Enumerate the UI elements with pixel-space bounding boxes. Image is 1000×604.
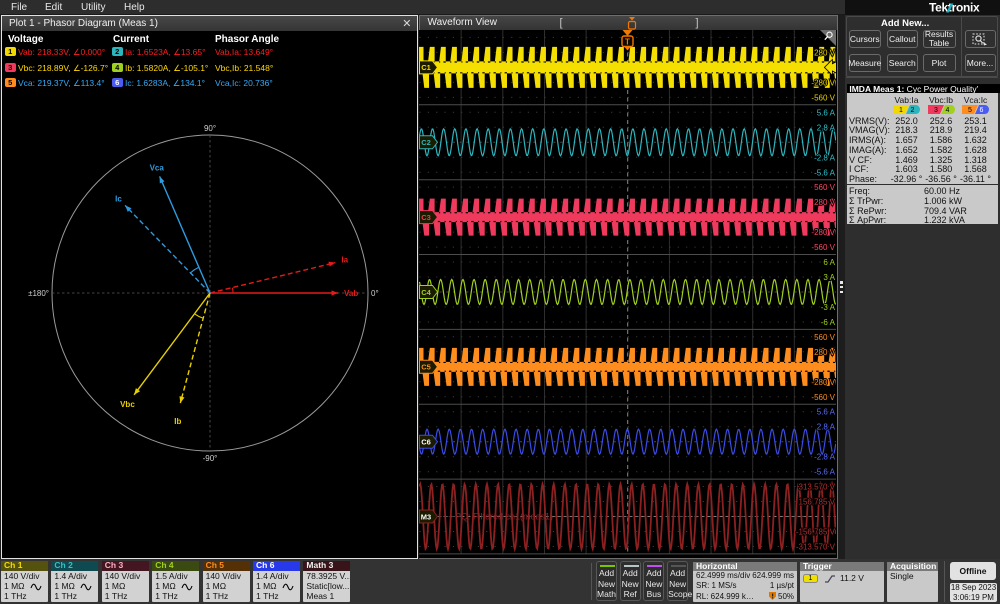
svg-text:C5: C5	[421, 362, 431, 371]
svg-text:C1: C1	[421, 63, 431, 72]
svg-text:-5.6 A: -5.6 A	[814, 467, 836, 476]
svg-text:-313.570 V: -313.570 V	[796, 542, 836, 551]
svg-text:156.785 V: 156.785 V	[799, 497, 836, 506]
svg-text:±180°: ±180°	[28, 289, 49, 298]
svg-text:C6: C6	[421, 437, 431, 446]
svg-text:4: 4	[945, 107, 949, 114]
svg-text:5.6 A: 5.6 A	[817, 407, 836, 416]
svg-text:280 V: 280 V	[814, 48, 836, 57]
svg-text:Ib: Ib	[174, 417, 181, 426]
svg-text:6: 6	[980, 107, 984, 114]
svg-text:6 A: 6 A	[823, 258, 835, 267]
svg-text:Vbc: Vbc	[120, 400, 135, 409]
svg-text:280 V: 280 V	[814, 198, 836, 207]
svg-text:-280 V: -280 V	[811, 78, 835, 87]
svg-text:-6 A: -6 A	[821, 318, 836, 327]
svg-text:Vab: Vab	[344, 289, 358, 298]
svg-text:-2.8 A: -2.8 A	[814, 452, 836, 461]
svg-text:PQ: Filtered ch1(meas1): PQ: Filtered ch1(meas1)	[455, 511, 553, 521]
svg-text:313.570 V: 313.570 V	[799, 482, 836, 491]
svg-text:2.8 A: 2.8 A	[817, 422, 836, 431]
svg-text:C3: C3	[421, 212, 431, 221]
svg-text:560 V: 560 V	[814, 183, 836, 192]
svg-text:-280 V: -280 V	[811, 377, 835, 386]
svg-text:5.6 A: 5.6 A	[817, 108, 836, 117]
svg-text:C2: C2	[421, 138, 431, 147]
svg-text:-5.6 A: -5.6 A	[814, 168, 836, 177]
svg-text:C4: C4	[421, 287, 431, 296]
svg-text:90°: 90°	[204, 124, 216, 133]
svg-text:M3: M3	[421, 512, 431, 521]
svg-text:2.8 A: 2.8 A	[817, 123, 836, 132]
svg-text:2: 2	[911, 107, 915, 114]
svg-text:-280 V: -280 V	[811, 228, 835, 237]
svg-text:-560 V: -560 V	[811, 93, 835, 102]
svg-text:-560 V: -560 V	[811, 392, 835, 401]
svg-text:Ia: Ia	[341, 256, 348, 265]
svg-text:-560 V: -560 V	[811, 243, 835, 252]
svg-text:5: 5	[968, 107, 972, 114]
svg-text:Vca: Vca	[150, 163, 165, 172]
svg-text:Ic: Ic	[115, 194, 122, 203]
svg-text:3 A: 3 A	[823, 273, 835, 282]
svg-text:280 V: 280 V	[814, 347, 836, 356]
svg-text:1: 1	[899, 107, 903, 114]
svg-text:-3 A: -3 A	[821, 303, 836, 312]
svg-text:Tektronix: Tektronix	[929, 1, 980, 14]
svg-text:-156.785 V: -156.785 V	[796, 527, 836, 536]
svg-text:3: 3	[934, 107, 938, 114]
svg-text:T: T	[625, 37, 630, 46]
svg-text:560 V: 560 V	[814, 332, 836, 341]
svg-text:-90°: -90°	[203, 454, 218, 463]
svg-text:-2.8 A: -2.8 A	[814, 153, 836, 162]
svg-text:0°: 0°	[371, 289, 379, 298]
